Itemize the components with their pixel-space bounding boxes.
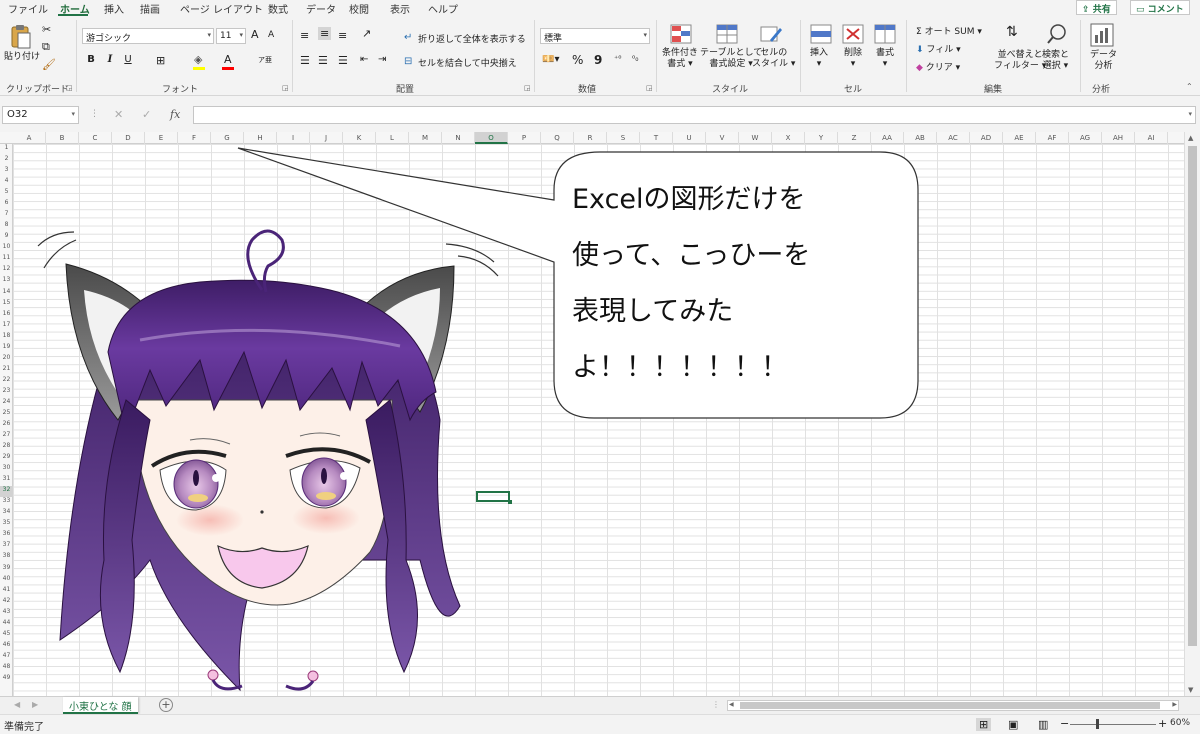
bubble-line: Excelの図形だけを [572,184,806,215]
more-icon: ⋮ [712,700,720,709]
zoom-slider[interactable] [1070,724,1156,725]
prev-sheet-icon[interactable]: ◀ [14,700,20,709]
left-hair-tie [207,669,219,681]
status-bar: 準備完了 ⊞ ▣ ▥ − + 60% [0,714,1200,734]
motion-lines [37,231,499,277]
zoom-slider-knob[interactable] [1096,719,1099,729]
next-sheet-icon[interactable]: ▶ [32,700,38,709]
bubble-line: 使って、こっひーを [572,240,811,271]
sheet-tab[interactable]: 小東ひとな 顔 [63,697,138,714]
zoom-out-icon[interactable]: − [1060,717,1069,730]
right-hair-tip [285,680,315,691]
nose [260,510,264,514]
zoom-in-icon[interactable]: + [1158,717,1167,730]
bubble-line: 表現してみた [572,296,734,327]
page-layout-view-icon[interactable]: ▣ [1008,718,1018,731]
sheet-tab-bar: ◀ ▶ 小東ひとな 顔 + ⋮ ◀ ▶ [0,696,1200,714]
right-hair-tie [307,670,319,682]
status-text: 準備完了 [4,722,44,733]
zoom-level[interactable]: 60% [1170,718,1190,728]
add-sheet-button[interactable]: + [159,698,173,712]
horizontal-scrollbar[interactable]: ◀ ▶ [727,700,1179,711]
page-break-view-icon[interactable]: ▥ [1038,718,1048,731]
scroll-right-icon[interactable]: ▶ [1172,701,1177,708]
bubble-line: よ！！！！！！！ [572,352,788,383]
speech-bubble-text: Excelの図形だけを 使って、こっひーを 表現してみた よ！！！！！！！ [572,172,902,396]
horizontal-scroll-thumb[interactable] [740,702,1160,709]
scroll-left-icon[interactable]: ◀ [729,701,734,708]
normal-view-icon[interactable]: ⊞ [976,718,992,731]
